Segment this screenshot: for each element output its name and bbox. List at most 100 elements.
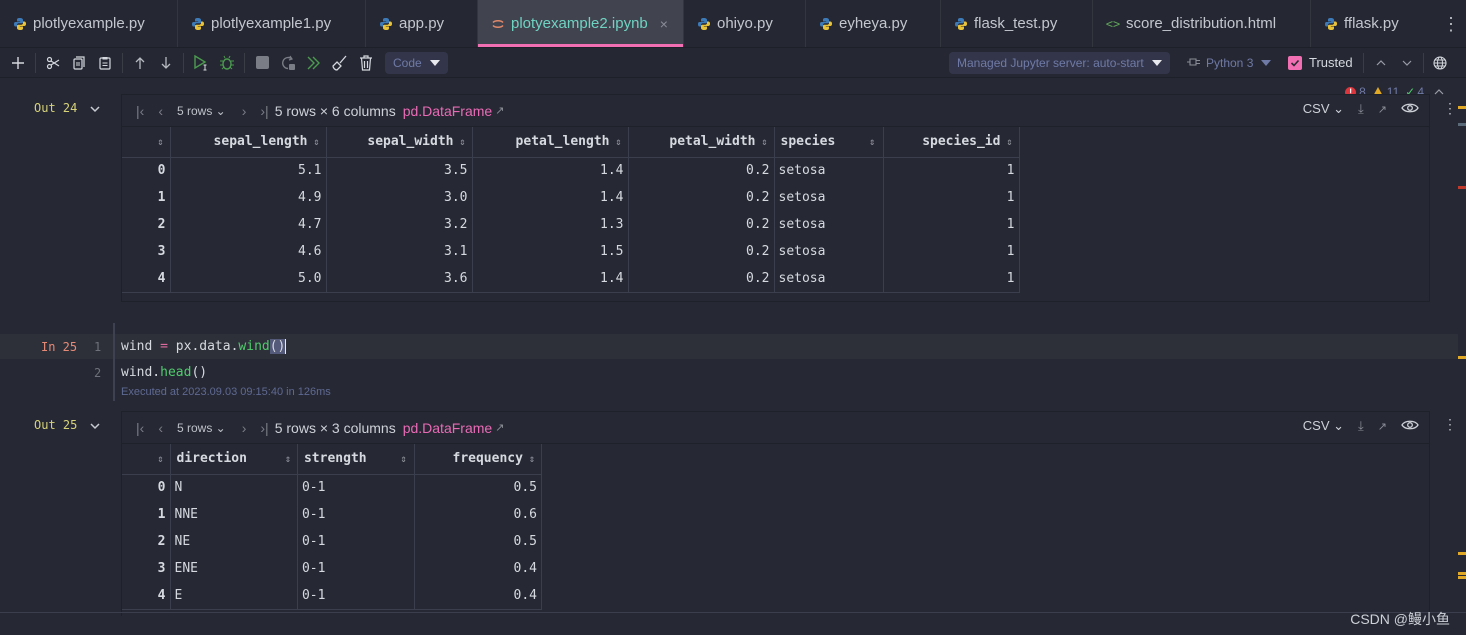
table-cell[interactable]: 3.1 [326,238,473,265]
warning-marker[interactable] [1458,576,1466,579]
table-row[interactable]: 4 E 0-1 0.4 [122,582,542,610]
first-page-icon[interactable]: |‹ [136,103,144,119]
table-cell[interactable]: 0.2 [628,238,775,265]
code-cell-25[interactable]: In 25 1 2 wind = px.data.wind() wind.hea… [0,323,1466,401]
table-cell[interactable]: NNE [170,501,298,528]
table-cell[interactable]: 3.2 [326,211,473,238]
format-dropdown[interactable]: CSV ⌄ [1289,101,1344,117]
row-index[interactable]: 4 [122,265,171,293]
tab-flask-test[interactable]: flask_test.py [941,0,1093,47]
tab-score-distribution[interactable]: <> score_distribution.html [1093,0,1311,47]
table-cell[interactable]: setosa [774,265,884,293]
table-cell[interactable]: 1.4 [472,265,629,293]
download-icon[interactable]: ⤓ [1358,101,1364,117]
column-header-index[interactable]: ⇕ [122,127,171,158]
column-header[interactable]: species_id ⇕ [883,127,1020,158]
tab-ohiyo[interactable]: ohiyo.py [684,0,806,47]
error-marker[interactable] [1458,186,1466,189]
cell-type-dropdown[interactable]: Code [385,51,448,74]
code-line[interactable]: wind = px.data.wind() [121,339,287,354]
table-cell[interactable]: 1.5 [472,238,629,265]
open-external-icon[interactable]: ↗ [495,104,504,117]
eye-icon[interactable] [1401,419,1419,434]
table-cell[interactable]: 5.1 [170,157,327,184]
table-cell[interactable]: 0.4 [414,582,542,610]
table-cell[interactable]: setosa [774,184,884,211]
column-header[interactable]: petal_width ⇕ [628,127,775,158]
table-cell[interactable]: 1 [883,184,1020,211]
table-cell[interactable]: 1 [883,265,1020,293]
row-index[interactable]: 1 [122,184,171,211]
table-row[interactable]: 2 NE 0-1 0.5 [122,528,542,555]
table-cell[interactable]: E [170,582,298,610]
cut-button[interactable] [40,50,66,76]
table-cell[interactable]: setosa [774,157,884,184]
move-up-button[interactable] [127,50,153,76]
tab-plotlyexample1[interactable]: plotlyexample1.py [178,0,366,47]
table-cell[interactable]: ENE [170,555,298,582]
row-index[interactable]: 3 [122,238,171,265]
collapse-chevron-icon[interactable] [90,421,100,431]
rows-per-page-dropdown[interactable]: 5 rows ⌄ [177,104,226,118]
move-down-button[interactable] [153,50,179,76]
table-row[interactable]: 1 NNE 0-1 0.6 [122,501,542,528]
table-cell[interactable]: 0-1 [297,501,415,528]
info-marker[interactable] [1458,123,1466,126]
collapse-chevron-icon[interactable] [90,104,100,114]
table-row[interactable]: 2 4.7 3.2 1.3 0.2 setosa 1 [122,211,1020,238]
row-index[interactable]: 2 [122,211,171,238]
column-header[interactable]: frequency ⇕ [414,444,542,475]
first-page-icon[interactable]: |‹ [136,420,144,436]
table-cell[interactable]: 0.5 [414,474,542,501]
table-cell[interactable]: 0.2 [628,184,775,211]
table-cell[interactable]: 0.5 [414,528,542,555]
tab-app[interactable]: app.py [366,0,478,47]
tab-eyheya[interactable]: eyheya.py [806,0,941,47]
checkbox-checked-icon[interactable] [1288,55,1302,70]
interrupt-kernel-button[interactable] [249,50,275,76]
run-all-button[interactable] [301,50,327,76]
next-page-icon[interactable]: › [242,103,247,119]
table-cell[interactable]: 4.9 [170,184,327,211]
column-header[interactable]: strength ⇕ [297,444,415,475]
table-cell[interactable]: 0.6 [414,501,542,528]
table-row[interactable]: 1 4.9 3.0 1.4 0.2 setosa 1 [122,184,1020,211]
table-cell[interactable]: 0.2 [628,157,775,184]
debug-cell-button[interactable] [214,50,240,76]
row-index[interactable]: 0 [122,157,171,184]
table-row[interactable]: 3 4.6 3.1 1.5 0.2 setosa 1 [122,238,1020,265]
next-cell-button[interactable] [1394,50,1420,76]
table-cell[interactable]: 0-1 [297,528,415,555]
table-cell[interactable]: 1 [883,211,1020,238]
cell-more-icon[interactable]: ⋮ [1443,416,1457,433]
table-row[interactable]: 0 5.1 3.5 1.4 0.2 setosa 1 [122,157,1020,184]
trusted-toggle[interactable]: Trusted [1288,55,1353,70]
tab-plotyexample2[interactable]: plotyexample2.ipynb × [478,0,684,47]
next-page-icon[interactable]: › [242,420,247,436]
rows-per-page-dropdown[interactable]: 5 rows ⌄ [177,421,226,435]
kernel-selector[interactable]: Python 3 [1186,56,1272,70]
table-cell[interactable]: 0.2 [628,211,775,238]
sort-icon[interactable]: ⇕ [761,137,767,148]
warning-marker[interactable] [1458,356,1466,359]
column-header[interactable]: petal_length ⇕ [472,127,629,158]
warning-marker[interactable] [1458,106,1466,109]
table-cell[interactable]: 1.3 [472,211,629,238]
format-dropdown[interactable]: CSV ⌄ [1289,418,1344,434]
table-cell[interactable]: 4.7 [170,211,327,238]
table-row[interactable]: 0 N 0-1 0.5 [122,474,542,501]
row-index[interactable]: 1 [122,501,171,528]
prev-page-icon[interactable]: ‹ [158,103,163,119]
cell-more-icon[interactable]: ⋮ [1443,100,1457,117]
sort-icon[interactable]: ⇕ [459,137,465,148]
sort-icon[interactable]: ⇕ [869,137,875,148]
previous-problem-icon[interactable] [1434,85,1444,99]
table-cell[interactable]: setosa [774,211,884,238]
table-cell[interactable]: setosa [774,238,884,265]
previous-cell-button[interactable] [1368,50,1394,76]
paste-button[interactable] [92,50,118,76]
clear-outputs-button[interactable] [327,50,353,76]
open-external-icon[interactable]: ↗ [495,421,504,434]
last-page-icon[interactable]: ›| [260,420,268,436]
download-icon[interactable]: ⤓ [1358,418,1364,434]
